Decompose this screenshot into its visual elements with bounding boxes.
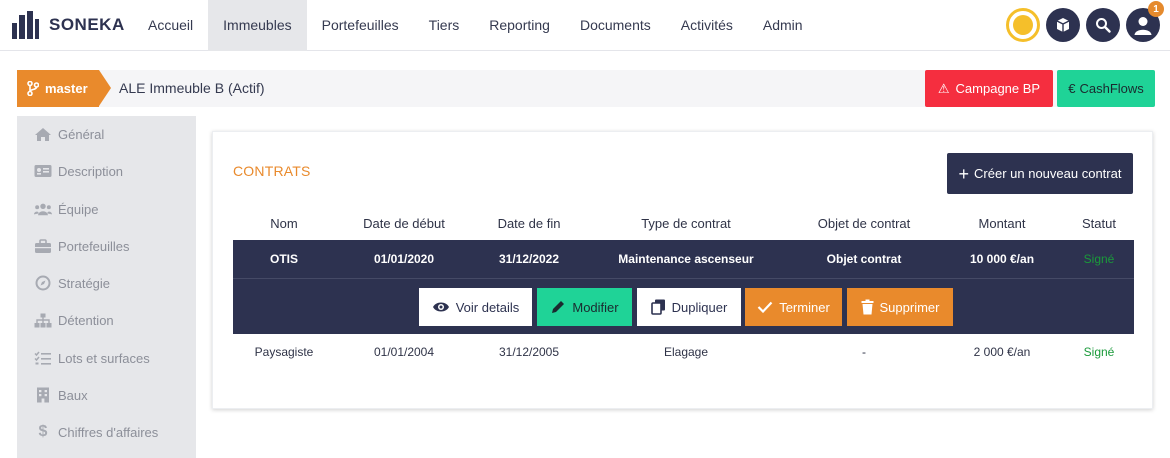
top-navbar: SONEKA Accueil Immeubles Portefeuilles T… <box>0 0 1170 51</box>
branch-name: master <box>45 81 88 96</box>
branch-arrow <box>99 70 111 106</box>
section-title: CONTRATS <box>233 163 311 179</box>
nav-item-admin[interactable]: Admin <box>748 0 818 51</box>
branch-selector[interactable]: master <box>17 70 99 107</box>
table-cell: Objet contrat <box>826 252 902 266</box>
edit-button[interactable]: Modifier <box>537 288 632 326</box>
table-header: Nom Date de début Date de fin Type de co… <box>233 210 1134 242</box>
search-icon[interactable] <box>1086 8 1120 42</box>
nav-item-documents[interactable]: Documents <box>565 0 666 51</box>
plus-icon: + <box>958 163 970 184</box>
status-badge: Signé <box>1083 252 1115 266</box>
id-card-icon <box>34 163 52 179</box>
table-row-selected[interactable]: OTIS 01/01/2020 31/12/2022 Maintenance a… <box>233 242 1134 334</box>
view-details-button[interactable]: Voir details <box>419 288 532 326</box>
sidebar-item-general[interactable]: Général <box>34 124 104 144</box>
app-logo[interactable]: SONEKA <box>12 10 125 40</box>
table-cell: - <box>862 345 866 359</box>
table-cell: 01/01/2004 <box>373 345 435 359</box>
table-cell: Paysagiste <box>254 345 314 359</box>
finish-button[interactable]: Terminer <box>745 288 842 326</box>
list-check-icon <box>34 350 52 366</box>
column-header[interactable]: Type de contrat <box>641 210 731 238</box>
nav-item-reporting[interactable]: Reporting <box>474 0 565 51</box>
contracts-card: CONTRATS + Créer un nouveau contrat Nom … <box>212 131 1153 409</box>
branch-bar: master ALE Immeuble B (Actif) ⚠ Campagne… <box>17 70 1155 107</box>
table-cell: 01/01/2020 <box>373 252 435 266</box>
sidebar-item-detention[interactable]: Détention <box>34 310 114 330</box>
warning-icon: ⚠ <box>937 80 950 96</box>
table-cell: 2 000 €/an <box>973 345 1031 359</box>
cashflows-button[interactable]: € CashFlows <box>1057 70 1155 107</box>
column-header[interactable]: Objet de contrat <box>818 210 911 238</box>
building-icon <box>34 387 52 403</box>
nav-item-portefeuilles[interactable]: Portefeuilles <box>307 0 414 51</box>
nav-item-immeubles[interactable]: Immeubles <box>208 0 307 51</box>
briefcase-icon <box>34 238 52 254</box>
dollar-icon: $ <box>38 423 48 440</box>
app-name: SONEKA <box>49 15 125 34</box>
delete-button[interactable]: Supprimer <box>847 288 953 326</box>
trash-icon <box>861 299 874 315</box>
home-icon <box>34 126 52 142</box>
header-icons: 1 <box>1006 1 1164 42</box>
euro-icon: € <box>1068 81 1076 96</box>
status-indicator-icon[interactable] <box>1006 8 1040 42</box>
org-chart-icon <box>34 312 52 328</box>
table-cell: OTIS <box>269 252 299 266</box>
sidebar-item-chiffres-affaires[interactable]: $ Chiffres d'affaires <box>34 422 159 442</box>
cube-icon[interactable] <box>1046 8 1080 42</box>
user-icon[interactable]: 1 <box>1126 1 1164 42</box>
compass-icon <box>34 275 52 291</box>
main-nav: Accueil Immeubles Portefeuilles Tiers Re… <box>133 0 818 51</box>
campagne-bp-button[interactable]: ⚠ Campagne BP <box>925 70 1053 107</box>
nav-item-accueil[interactable]: Accueil <box>133 0 208 51</box>
table-cell: 10 000 €/an <box>969 252 1035 266</box>
sidebar-item-description[interactable]: Description <box>34 161 123 181</box>
table-cell: 31/12/2022 <box>498 252 560 266</box>
column-header[interactable]: Date de fin <box>498 210 561 238</box>
table-cell: 31/12/2005 <box>498 345 560 359</box>
sidebar-item-lots-surfaces[interactable]: Lots et surfaces <box>34 348 150 368</box>
sidebar-item-portefeuilles[interactable]: Portefeuilles <box>34 236 130 256</box>
row-actions: Voir details Modifier Dupliquer Terminer… <box>233 288 1134 326</box>
sidebar: Général Description Équipe Portefeuilles… <box>17 116 196 458</box>
nav-item-tiers[interactable]: Tiers <box>414 0 475 51</box>
column-header[interactable]: Statut <box>1082 210 1116 238</box>
column-header[interactable]: Nom <box>270 210 297 238</box>
building-title: ALE Immeuble B (Actif) <box>119 80 265 96</box>
notification-badge: 1 <box>1148 1 1164 17</box>
column-header[interactable]: Date de début <box>363 210 445 238</box>
logo-icon <box>12 11 39 39</box>
table-cell: Maintenance ascenseur <box>618 252 754 266</box>
check-icon <box>757 301 773 313</box>
copy-icon <box>650 299 665 315</box>
eye-icon <box>432 302 449 312</box>
sidebar-item-baux[interactable]: Baux <box>34 385 88 405</box>
table-cell: Elagage <box>663 345 709 359</box>
new-contract-button[interactable]: + Créer un nouveau contrat <box>947 153 1133 194</box>
table-row[interactable]: Paysagiste 01/01/2004 31/12/2005 Elagage… <box>233 334 1134 370</box>
pencil-icon <box>552 301 565 313</box>
column-header[interactable]: Montant <box>979 210 1026 238</box>
nav-item-activites[interactable]: Activités <box>666 0 748 51</box>
status-badge: Signé <box>1083 345 1115 359</box>
git-branch-icon <box>27 81 39 96</box>
users-icon <box>34 201 52 217</box>
duplicate-button[interactable]: Dupliquer <box>637 288 741 326</box>
sidebar-item-equipe[interactable]: Équipe <box>34 199 98 219</box>
row-divider <box>233 278 1134 279</box>
sidebar-item-strategie[interactable]: Stratégie <box>34 273 110 293</box>
